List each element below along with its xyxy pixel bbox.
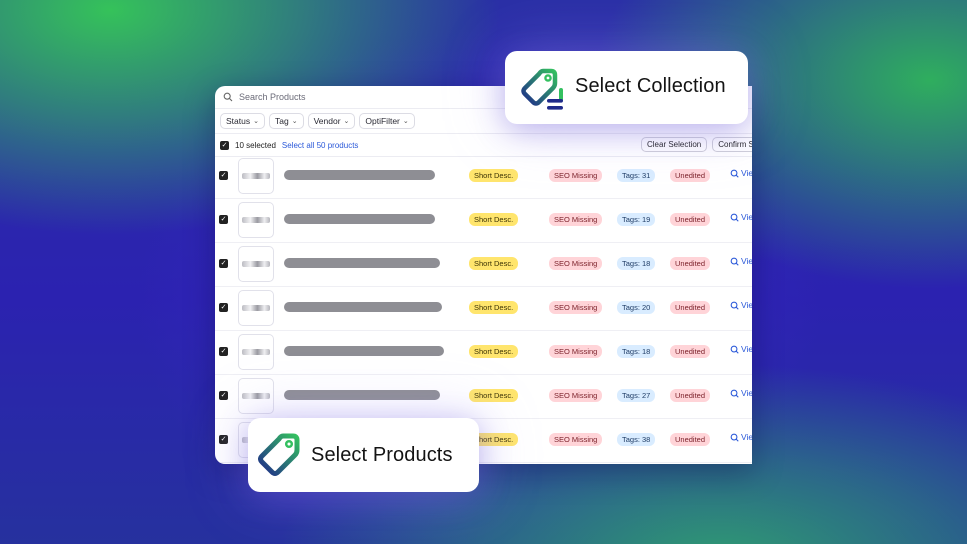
- view-link[interactable]: View: [730, 432, 752, 442]
- tags-badge: Tags: 20: [617, 301, 656, 314]
- view-link[interactable]: View: [730, 388, 752, 398]
- view-label: View: [741, 300, 752, 310]
- row-checkbox[interactable]: ✓: [219, 171, 228, 180]
- status-badge: Unedited: [670, 213, 711, 226]
- preview-icon: [730, 389, 739, 398]
- search-input[interactable]: Search Products: [239, 92, 306, 102]
- preview-icon: [730, 257, 739, 266]
- preview-icon: [730, 169, 739, 178]
- view-label: View: [741, 432, 752, 442]
- short-desc-badge: Short Desc.: [469, 301, 519, 314]
- product-name-placeholder: [284, 214, 435, 224]
- preview-icon: [730, 213, 739, 222]
- short-desc-badge: Short Desc.: [469, 345, 519, 358]
- seo-badge: SEO Missing: [549, 257, 603, 270]
- seo-badge: SEO Missing: [549, 213, 603, 226]
- view-label: View: [741, 344, 752, 354]
- row-checkbox[interactable]: ✓: [219, 259, 228, 268]
- view-label: View: [741, 212, 752, 222]
- filter-optifilter[interactable]: OptiFilter ⌄: [359, 113, 415, 129]
- view-label: View: [741, 388, 752, 398]
- seo-badge: SEO Missing: [549, 169, 603, 182]
- row-checkbox[interactable]: ✓: [219, 435, 228, 444]
- table-row[interactable]: ✓ Short Desc. SEO Missing Tags: 31 Unedi…: [215, 154, 752, 199]
- table-row[interactable]: ✓ Short Desc. SEO Missing Tags: 18 Unedi…: [215, 242, 752, 287]
- status-badge: Unedited: [670, 301, 711, 314]
- preview-icon: [730, 433, 739, 442]
- seo-badge: SEO Missing: [549, 345, 603, 358]
- product-thumbnail: [238, 290, 274, 326]
- status-badge: Unedited: [670, 257, 711, 270]
- preview-icon: [730, 301, 739, 310]
- search-icon: [223, 92, 233, 102]
- tags-badge: Tags: 18: [617, 345, 656, 358]
- product-name-placeholder: [284, 302, 442, 312]
- product-thumbnail: [238, 158, 274, 194]
- filter-label: Vendor: [313, 116, 341, 126]
- seo-badge: SEO Missing: [549, 433, 603, 446]
- tags-badge: Tags: 38: [617, 433, 656, 446]
- filter-label: OptiFilter: [365, 116, 400, 126]
- product-thumbnail: [238, 378, 274, 414]
- tags-badge: Tags: 27: [617, 389, 656, 402]
- status-badge: Unedited: [670, 345, 711, 358]
- tags-badge: Tags: 31: [617, 169, 656, 182]
- view-link[interactable]: View: [730, 212, 752, 222]
- row-checkbox[interactable]: ✓: [219, 347, 228, 356]
- product-tag-icon: [258, 433, 300, 476]
- table-row[interactable]: ✓ Short Desc. SEO Missing Tags: 27 Unedi…: [215, 374, 752, 419]
- select-collection-card[interactable]: Select Collection: [505, 51, 748, 124]
- filter-label: Status: [226, 116, 251, 126]
- product-thumbnail: [238, 246, 274, 282]
- product-thumbnail: [238, 334, 274, 370]
- tags-badge: Tags: 18: [617, 257, 656, 270]
- filter-status[interactable]: Status ⌄: [220, 113, 265, 129]
- table-row[interactable]: ✓ Short Desc. SEO Missing Tags: 18 Unedi…: [215, 330, 752, 375]
- product-picker-panel: Search Products Status ⌄ Tag ⌄ Vendor ⌄ Opt…: [215, 86, 752, 464]
- view-link[interactable]: View: [730, 300, 752, 310]
- filter-label: Tag: [274, 116, 289, 126]
- short-desc-badge: Short Desc.: [469, 169, 519, 182]
- status-badge: Unedited: [670, 389, 711, 402]
- view-link[interactable]: View: [730, 256, 752, 266]
- collection-tag-icon: [521, 68, 563, 110]
- table-row[interactable]: ✓ Short Desc. SEO Missing Tags: 20 Unedi…: [215, 286, 752, 331]
- table-row[interactable]: ✓ Short Desc. SEO Missing Tags: 19 Unedi…: [215, 198, 752, 243]
- seo-badge: SEO Missing: [549, 301, 603, 314]
- short-desc-badge: Short Desc.: [469, 257, 519, 270]
- product-name-placeholder: [284, 258, 440, 268]
- view-link[interactable]: View: [730, 168, 752, 178]
- preview-icon: [730, 345, 739, 354]
- short-desc-badge: Short Desc.: [469, 213, 519, 226]
- select-all-link[interactable]: Select all 50 products: [282, 141, 359, 150]
- chevron-down-icon: ⌄: [291, 118, 298, 125]
- row-checkbox[interactable]: ✓: [219, 391, 228, 400]
- seo-badge: SEO Missing: [549, 389, 603, 402]
- clear-selection-button[interactable]: Clear Selection: [641, 137, 708, 152]
- filter-vendor[interactable]: Vendor ⌄: [307, 113, 356, 129]
- tags-badge: Tags: 19: [617, 213, 656, 226]
- selected-count: 10 selected: [235, 140, 276, 150]
- product-thumbnail: [238, 202, 274, 238]
- view-label: View: [741, 256, 752, 266]
- row-checkbox[interactable]: ✓: [219, 303, 228, 312]
- card-title: Select Products: [311, 444, 453, 466]
- view-label: View: [741, 168, 752, 178]
- view-link[interactable]: View: [730, 344, 752, 354]
- row-checkbox[interactable]: ✓: [219, 215, 228, 224]
- status-badge: Unedited: [670, 433, 711, 446]
- filter-tag[interactable]: Tag ⌄: [268, 113, 304, 129]
- select-all-checkbox[interactable]: ✓: [220, 140, 229, 150]
- select-products-card[interactable]: Select Products: [248, 418, 479, 492]
- card-title: Select Collection: [575, 75, 726, 97]
- chevron-down-icon: ⌄: [402, 118, 409, 125]
- chevron-down-icon: ⌄: [343, 118, 350, 125]
- chevron-down-icon: ⌄: [253, 118, 259, 125]
- product-name-placeholder: [284, 170, 435, 180]
- status-badge: Unedited: [670, 169, 711, 182]
- product-name-placeholder: [284, 390, 440, 400]
- confirm-selection-button[interactable]: Confirm Selection: [712, 137, 752, 152]
- product-name-placeholder: [284, 346, 444, 356]
- short-desc-badge: Short Desc.: [469, 389, 519, 402]
